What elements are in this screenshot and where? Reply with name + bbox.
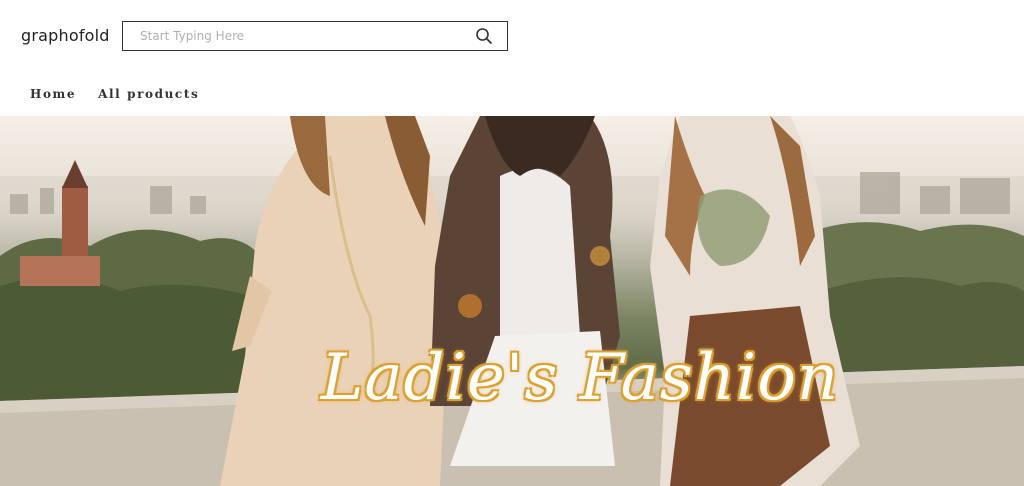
nav-item-all-products[interactable]: All products bbox=[98, 87, 199, 101]
site-logo[interactable]: graphofold bbox=[21, 26, 110, 45]
site-header: graphofold Home All products bbox=[0, 0, 1024, 116]
search-bar bbox=[122, 21, 508, 51]
search-input[interactable] bbox=[123, 22, 480, 49]
search-icon[interactable] bbox=[475, 27, 493, 45]
hero-image bbox=[0, 116, 1024, 486]
main-nav: Home All products bbox=[30, 87, 199, 101]
nav-item-home[interactable]: Home bbox=[30, 87, 76, 101]
hero-title: Ladie's Fashion bbox=[320, 341, 840, 415]
hero-banner: Ladie's Fashion bbox=[0, 116, 1024, 486]
